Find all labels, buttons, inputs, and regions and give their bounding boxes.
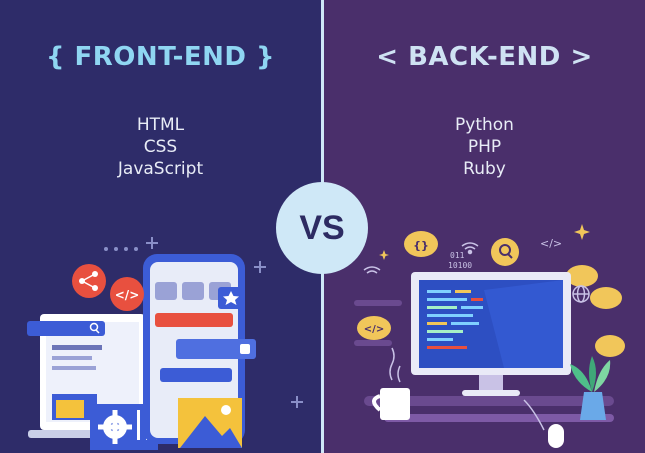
code-icon-glyph: </> xyxy=(115,288,140,302)
frontend-illustration: </> xyxy=(27,237,303,450)
binary-bottom: 10100 xyxy=(448,261,472,270)
search-bar-icon xyxy=(27,321,105,336)
code-icon: </> xyxy=(110,277,144,311)
vs-label: VS xyxy=(299,208,345,247)
dots-decoration xyxy=(104,247,138,251)
frontend-panel: { FRONT-END } HTML CSS JavaScript </> xyxy=(0,0,321,453)
vs-badge: VS xyxy=(276,182,368,274)
list-item-card-icon xyxy=(176,339,256,359)
globe-icon xyxy=(572,285,590,303)
mouse-icon xyxy=(523,399,564,448)
cloud-code-glyph: </> xyxy=(364,324,384,335)
binary-top: 011 xyxy=(450,251,465,260)
search-bubble-icon xyxy=(491,238,519,266)
star-icon xyxy=(218,287,244,309)
binary-text: 011 10100 xyxy=(448,251,472,270)
backend-panel: < BACK-END > Python PHP Ruby {} </> 011 … xyxy=(324,0,645,453)
monitor-icon xyxy=(411,272,571,396)
backend-illustration: {} </> 011 10100 </> xyxy=(354,224,625,448)
toolbox-icon xyxy=(56,400,84,418)
plant-icon xyxy=(570,356,611,420)
share-icon xyxy=(72,264,106,298)
coffee-mug-icon xyxy=(372,347,410,420)
svg-text:{}: {} xyxy=(413,239,429,252)
image-icon xyxy=(178,398,242,448)
code-tag-glyph: </> xyxy=(540,237,562,250)
